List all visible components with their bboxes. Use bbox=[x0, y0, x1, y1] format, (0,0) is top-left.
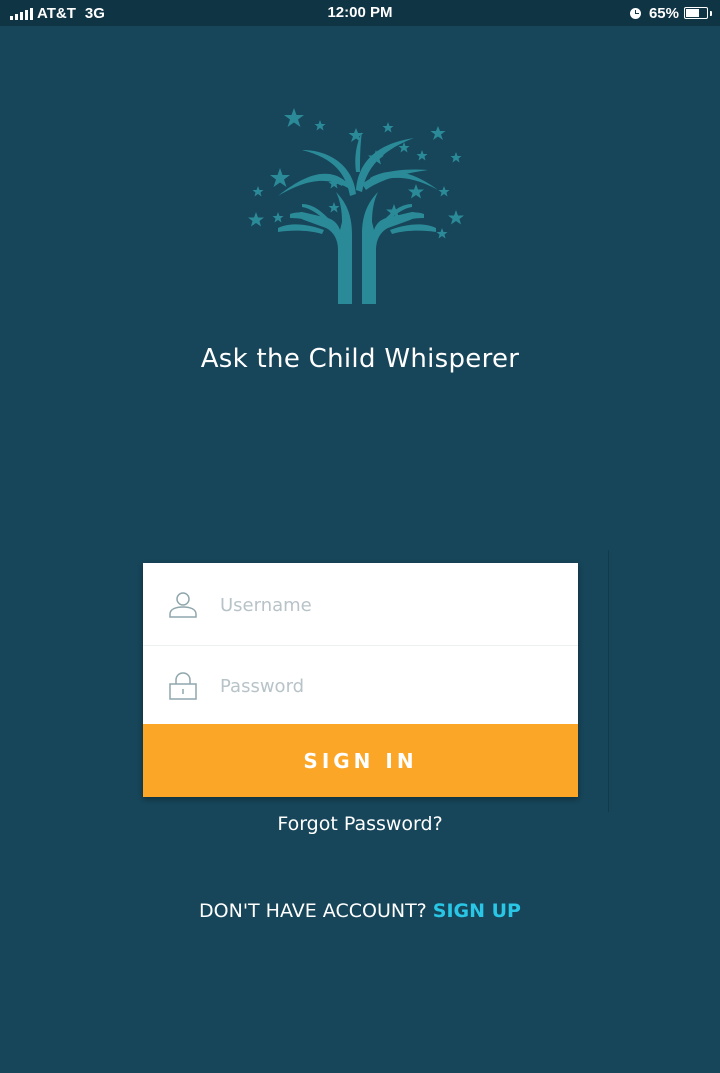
password-field bbox=[143, 646, 578, 726]
username-field bbox=[143, 565, 578, 645]
username-input[interactable] bbox=[220, 594, 550, 616]
signup-prompt: DON'T HAVE ACCOUNT? bbox=[199, 900, 427, 922]
app-title: Ask the Child Whisperer bbox=[200, 344, 520, 374]
status-bar: AT&T 3G 12:00 PM 65% bbox=[0, 0, 720, 26]
status-right: 65% bbox=[629, 4, 712, 22]
alarm-clock-icon bbox=[629, 7, 641, 19]
sign-up-link[interactable]: SIGN UP bbox=[433, 900, 521, 922]
tree-hands-stars-icon bbox=[248, 108, 464, 304]
battery-icon bbox=[684, 7, 712, 19]
user-icon bbox=[169, 592, 197, 618]
lock-icon bbox=[169, 672, 197, 700]
vertical-divider bbox=[608, 550, 609, 812]
battery-percent: 65% bbox=[648, 4, 679, 22]
battery-level-fill bbox=[686, 9, 699, 17]
sign-in-button[interactable]: SIGN IN bbox=[143, 724, 578, 797]
forgot-password-link[interactable]: Forgot Password? bbox=[0, 813, 720, 835]
signup-row: DON'T HAVE ACCOUNT? SIGN UP bbox=[0, 900, 720, 922]
login-form: SIGN IN bbox=[143, 563, 578, 797]
password-input[interactable] bbox=[220, 675, 550, 697]
status-time: 12:00 PM bbox=[327, 4, 393, 21]
